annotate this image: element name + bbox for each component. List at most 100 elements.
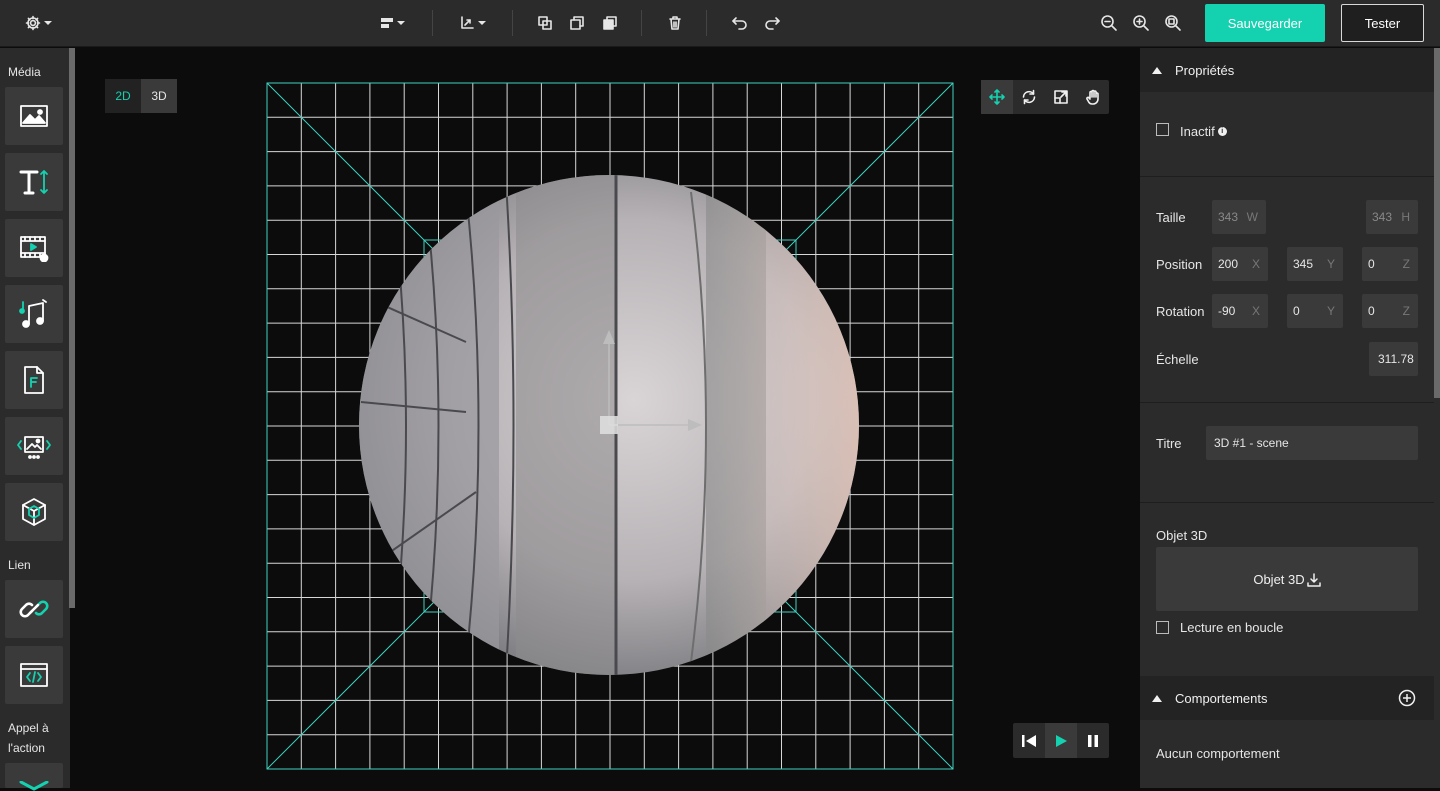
sidebar-item-slider[interactable] — [5, 417, 63, 475]
redo-icon — [765, 17, 780, 30]
link-icon — [19, 600, 49, 618]
sidebar-section-link-label: Lien — [8, 558, 31, 572]
title-field[interactable]: 3D #1 - scene — [1206, 426, 1418, 460]
position-y-value: 345 — [1293, 257, 1314, 271]
paste-button[interactable] — [596, 10, 624, 36]
info-icon[interactable]: i — [1217, 127, 1227, 136]
sidebar-item-email[interactable] — [5, 763, 63, 791]
axis-y-label: Y — [1326, 257, 1335, 271]
toolbar-divider — [706, 10, 707, 36]
object3d-label: Objet 3D — [1156, 528, 1208, 543]
axis-z-label: Z — [1402, 257, 1410, 271]
email-icon — [19, 781, 49, 791]
sidebar-item-video[interactable] — [5, 219, 63, 277]
settings-menu-button[interactable] — [22, 10, 54, 36]
video-icon — [20, 236, 49, 262]
axis-w-label: W — [1246, 210, 1258, 224]
rewind-button[interactable] — [1013, 723, 1045, 758]
mode-2d-button[interactable]: 2D — [105, 79, 141, 113]
panel-scrollbar[interactable] — [1434, 48, 1440, 398]
size-height-value: 343 — [1372, 210, 1393, 224]
zoom-out-button[interactable] — [1095, 10, 1123, 36]
text-icon — [19, 170, 48, 195]
test-button[interactable]: Tester — [1341, 4, 1424, 42]
sidebar-section-cta-label-line1: Appel à — [8, 721, 49, 735]
position-label: Position — [1156, 257, 1203, 272]
pause-icon — [1088, 734, 1098, 747]
3d-scene-viewport[interactable] — [266, 82, 954, 770]
position-z-field[interactable]: 0Z — [1362, 247, 1418, 281]
hand-icon — [1086, 89, 1099, 105]
sidebar-item-file[interactable] — [5, 351, 63, 409]
align-icon — [380, 18, 393, 28]
axis-h-label: H — [1401, 210, 1410, 224]
size-width-field[interactable]: 343 W — [1212, 200, 1266, 234]
axis-x-label: X — [1251, 304, 1260, 318]
loop-checkbox[interactable] — [1156, 621, 1169, 634]
inactive-label: Inactif i — [1180, 124, 1227, 139]
axis-z-label: Z — [1402, 304, 1410, 318]
title-label: Titre — [1156, 436, 1182, 451]
collapse-arrow-icon — [1152, 66, 1162, 74]
sidebar-item-audio[interactable] — [5, 285, 63, 343]
pause-button[interactable] — [1077, 723, 1109, 758]
skip-back-icon — [1022, 734, 1036, 747]
zoom-out-icon — [1101, 15, 1117, 31]
scale-field[interactable]: 311.78 — [1369, 342, 1418, 376]
undo-icon — [732, 17, 747, 30]
size-width-value: 343 — [1218, 210, 1239, 224]
align-menu-button[interactable] — [376, 10, 408, 36]
move-tool-button[interactable] — [981, 80, 1013, 114]
add-behavior-icon[interactable] — [1398, 689, 1416, 707]
3d-sphere-scene — [266, 82, 954, 770]
zoom-in-button[interactable] — [1127, 10, 1155, 36]
zoom-fit-button[interactable] — [1159, 10, 1187, 36]
object3d-upload-button[interactable]: Objet 3D — [1156, 547, 1418, 611]
properties-section-header[interactable]: Propriétés — [1140, 48, 1434, 92]
copy-button[interactable] — [563, 10, 591, 36]
sidebar-item-text[interactable] — [5, 153, 63, 211]
sidebar-item-image[interactable] — [5, 87, 63, 145]
delete-button[interactable] — [661, 10, 689, 36]
chevron-down-icon — [396, 21, 405, 25]
zoom-fit-icon — [1165, 15, 1181, 31]
embed-code-icon — [20, 663, 48, 687]
save-button[interactable]: Sauvegarder — [1205, 4, 1325, 42]
undo-button[interactable] — [726, 10, 754, 36]
behaviors-section-header[interactable]: Comportements — [1140, 676, 1434, 720]
size-height-field[interactable]: 343 H — [1366, 200, 1418, 234]
cube-3d-icon — [22, 498, 46, 526]
slider-icon — [17, 436, 51, 459]
sidebar-item-3d-object[interactable] — [5, 483, 63, 541]
sidebar-item-link[interactable] — [5, 580, 63, 638]
chevron-down-icon — [43, 21, 52, 25]
rotation-z-value: 0 — [1368, 304, 1375, 318]
transform-tools — [981, 80, 1109, 114]
rotation-z-field[interactable]: 0Z — [1362, 294, 1418, 328]
position-y-field[interactable]: 345 Y — [1287, 247, 1343, 281]
position-x-value: 200 — [1218, 257, 1239, 271]
image-icon — [20, 105, 48, 127]
position-x-field[interactable]: 200 X — [1212, 247, 1268, 281]
scale-icon — [1054, 90, 1068, 104]
play-button[interactable] — [1045, 723, 1077, 758]
zoom-in-icon — [1133, 15, 1149, 31]
sidebar-item-embed[interactable] — [5, 646, 63, 704]
duplicate-button[interactable] — [531, 10, 559, 36]
paste-icon — [603, 16, 617, 30]
rotation-x-field[interactable]: -90 X — [1212, 294, 1268, 328]
loop-label: Lecture en boucle — [1180, 620, 1284, 635]
scale-tool-button[interactable] — [1045, 80, 1077, 114]
no-behavior-text: Aucun comportement — [1156, 746, 1280, 761]
inactive-checkbox[interactable] — [1156, 123, 1169, 136]
redo-button[interactable] — [758, 10, 786, 36]
rotate-icon — [1022, 89, 1036, 105]
pan-tool-button[interactable] — [1077, 80, 1109, 114]
arrange-menu-button[interactable] — [456, 10, 488, 36]
rotate-tool-button[interactable] — [1013, 80, 1045, 114]
view-mode-toggle: 2D 3D — [105, 79, 177, 113]
rotation-y-field[interactable]: 0Y — [1287, 294, 1343, 328]
sidebar-section-media-label: Média — [8, 65, 41, 79]
mode-3d-button[interactable]: 3D — [141, 79, 177, 113]
properties-title: Propriétés — [1175, 62, 1235, 78]
